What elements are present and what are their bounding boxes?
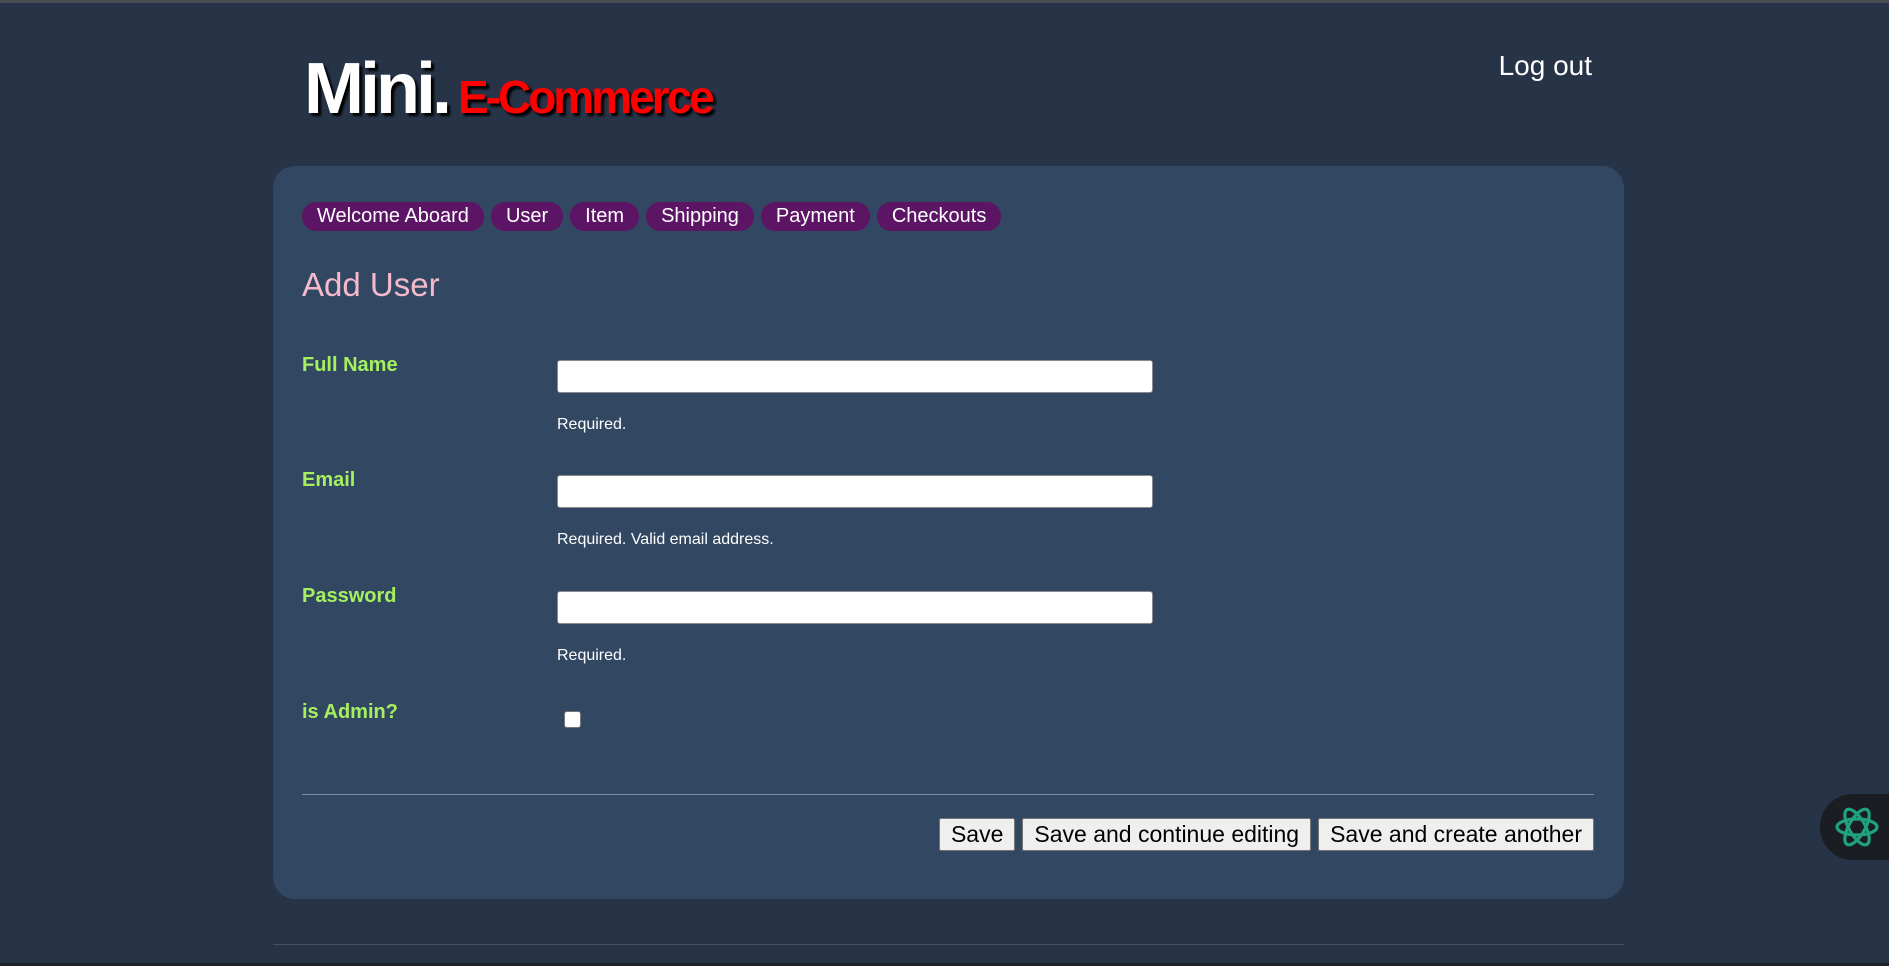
page-title: Add User <box>302 266 440 303</box>
nav-item-user[interactable]: User <box>490 202 564 231</box>
content-panel: Welcome Aboard User Item Shipping Paymen… <box>273 166 1624 899</box>
password-input[interactable] <box>557 591 1153 624</box>
nav-item-welcome[interactable]: Welcome Aboard <box>302 202 484 231</box>
save-continue-button[interactable]: Save and continue editing <box>1022 818 1312 851</box>
save-button[interactable]: Save <box>938 818 1016 851</box>
assistant-button[interactable] <box>1820 794 1889 860</box>
logout-link[interactable]: Log out <box>1499 50 1592 82</box>
logo-sub-text: E-Commerce <box>457 71 715 123</box>
nav-item-payment[interactable]: Payment <box>760 202 870 231</box>
form-actions: Save Save and continue editing Save and … <box>938 818 1594 851</box>
full-name-input[interactable] <box>557 360 1153 393</box>
email-input[interactable] <box>557 475 1153 508</box>
main-nav: Welcome Aboard User Item Shipping Paymen… <box>302 202 1002 231</box>
form-divider <box>302 794 1594 795</box>
nav-item-item[interactable]: Item <box>570 202 640 231</box>
full-name-label: Full Name <box>302 354 398 376</box>
password-help: Required. <box>557 647 627 664</box>
logo-main-text: Mini. <box>304 49 452 129</box>
full-name-help: Required. <box>557 416 627 433</box>
is-admin-label: is Admin? <box>302 701 398 723</box>
email-help: Required. Valid email address. <box>557 531 774 548</box>
password-label: Password <box>302 585 397 607</box>
site-logo[interactable]: Mini. E-Commerce <box>304 48 715 130</box>
footer-divider <box>273 944 1624 945</box>
email-label: Email <box>302 469 356 491</box>
nav-item-shipping[interactable]: Shipping <box>646 202 754 231</box>
site-header: Mini. E-Commerce Log out <box>272 40 1622 130</box>
window-top-border <box>0 0 1889 3</box>
save-another-button[interactable]: Save and create another <box>1318 818 1594 851</box>
is-admin-checkbox[interactable] <box>564 711 581 728</box>
nav-item-checkouts[interactable]: Checkouts <box>876 202 1002 231</box>
